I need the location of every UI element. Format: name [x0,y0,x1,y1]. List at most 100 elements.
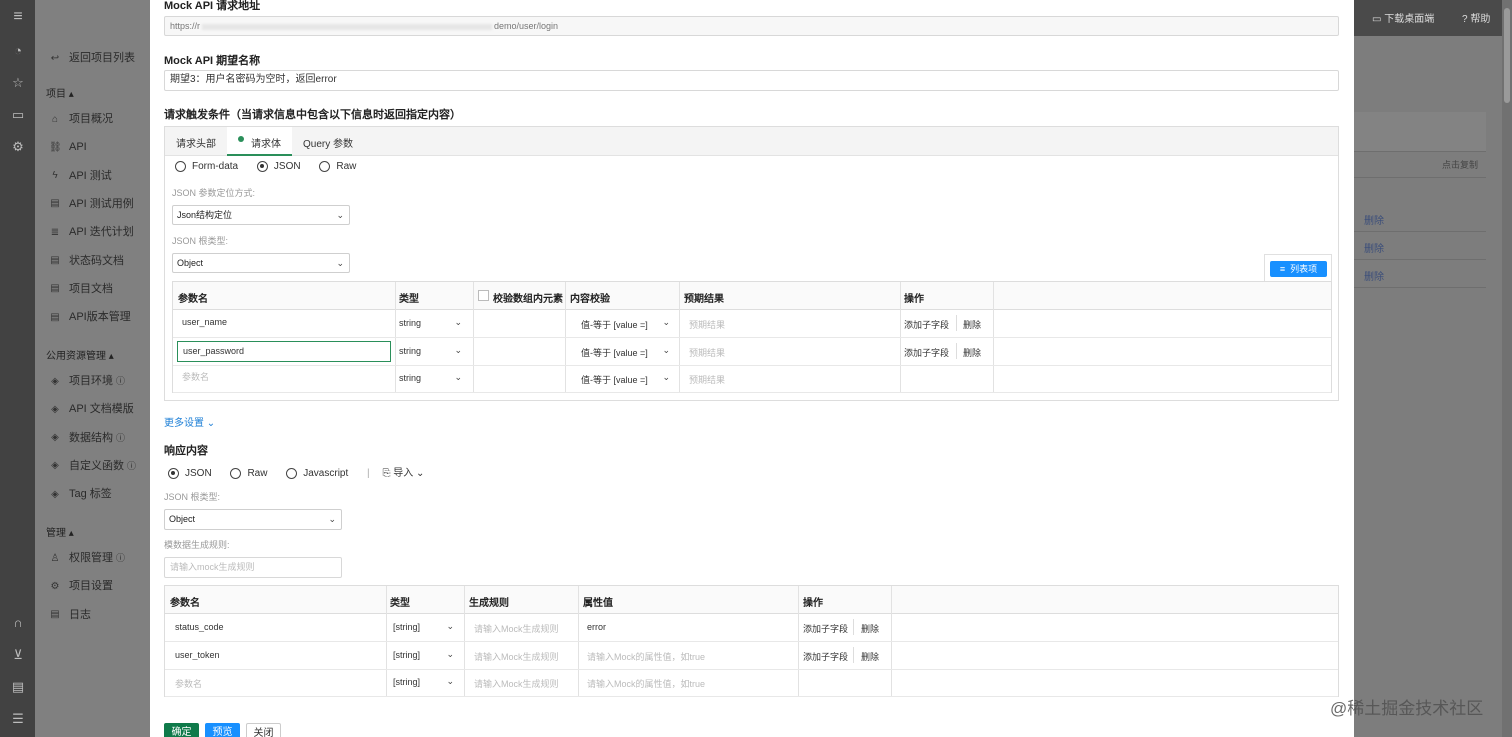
value-input[interactable]: 请输入Mock的属性值，如true [587,677,705,690]
bg-delete-link[interactable]: 删除 [1364,268,1384,283]
json-root-select[interactable]: Object ⌄ [172,253,350,273]
type-select[interactable]: string ⌄ [399,345,467,356]
radio-resp-javascript[interactable] [286,467,298,479]
mock-rule-input[interactable]: 请输入mock生成规则 [164,557,342,578]
expected-input[interactable]: 预期结果 [689,373,725,386]
param-name-input[interactable]: status_code [175,622,224,632]
download-desktop-link[interactable]: ▭ 下载桌面端 [1372,10,1434,25]
confirm-button[interactable]: 确定 [164,723,199,737]
scrollbar-thumb[interactable] [1504,8,1510,103]
type-select[interactable]: string ⌄ [399,317,467,328]
sidebar-item[interactable]: ♙ 权限管理 ⓘ [49,550,126,566]
list-icon: ≣ [50,226,60,238]
headset-icon[interactable]: ∩ [11,616,25,630]
add-subfield-link[interactable]: 添加子字段 [904,346,949,359]
delete-link[interactable]: 删除 [963,318,981,331]
expected-input[interactable]: 预期结果 [689,318,725,331]
settings-icon[interactable]: ⚙ [11,140,25,154]
folder-icon[interactable]: ▭ [11,108,25,122]
body-type-radios: Form-data JSON Raw [175,161,372,172]
filter-icon[interactable]: ⊻ [11,648,25,662]
radio-resp-raw[interactable] [230,467,242,479]
section-manage[interactable]: 管理 ▴ [46,524,74,539]
param-name-input[interactable]: 参数名 [175,677,202,690]
expected-input[interactable]: 预期结果 [689,346,725,359]
type-select[interactable]: [string] ⌄ [393,621,459,632]
type-select[interactable]: string ⌄ [399,372,467,383]
sidebar-item[interactable]: ⚙ 项目设置 [49,578,113,594]
content-check-select[interactable]: 值-等于 [value =] ⌄ [581,345,675,359]
rule-input[interactable]: 请输入Mock生成规则 [474,650,559,663]
sidebar-item[interactable]: ϟ API 测试 [49,168,111,184]
keyboard-icon[interactable]: ▤ [11,680,25,694]
section-project[interactable]: 项目 ▴ [46,85,74,100]
delete-link[interactable]: 删除 [963,346,981,359]
more-settings-link[interactable]: 更多设置 ⌄ [164,414,215,429]
sidebar-item[interactable]: ◈ API 文档模版 [49,401,134,417]
list-item-button[interactable]: ≡ 列表项 [1270,261,1327,277]
expectation-name-input[interactable]: 期望3：用户名密码为空时，返回error [164,70,1339,91]
menu-icon[interactable]: ☰ [11,712,25,726]
sidebar-item[interactable]: ⌂ 项目概况 [49,111,113,127]
type-select[interactable]: [string] ⌄ [393,649,459,660]
table-header: 参数名 类型 生成规则 属性值 操作 [165,586,1338,614]
check-array-checkbox[interactable] [478,290,489,301]
menu-logo-icon[interactable]: ≡ [11,9,25,25]
back-to-projects[interactable]: ↩ 返回项目列表 [49,50,135,66]
page-scrollbar[interactable] [1502,0,1512,737]
sidebar-item[interactable]: ▤ 日志 [49,607,91,623]
param-name-input[interactable]: user_token [175,650,220,660]
sidebar-item[interactable]: ▤ 状态码文档 [49,253,124,269]
radio-form-data[interactable] [175,161,186,172]
bg-delete-link[interactable]: 删除 [1364,212,1384,227]
bg-delete-link[interactable]: 删除 [1364,240,1384,255]
add-subfield-link[interactable]: 添加子字段 [803,650,848,663]
sidebar-item[interactable]: ◈ 项目环境 ⓘ [49,373,125,389]
sidebar-item[interactable]: ◈ 数据结构 ⓘ [49,430,125,446]
param-name-input[interactable]: user_name [177,313,391,334]
sidebar-item[interactable]: ◈ Tag 标签 [49,486,112,502]
help-link[interactable]: ? 帮助 [1462,10,1490,25]
sidebar-item[interactable]: ◈ 自定义函数 ⓘ [49,458,136,474]
value-input[interactable]: error [587,622,606,632]
close-button[interactable]: 关闭 [246,723,281,737]
row-divider [173,392,1331,393]
add-subfield-link[interactable]: 添加子字段 [904,318,949,331]
bell-icon[interactable]: ◔ [11,44,25,58]
value-input[interactable]: 请输入Mock的属性值，如true [587,650,705,663]
delete-link[interactable]: 删除 [861,622,879,635]
rule-input[interactable]: 请输入Mock生成规则 [474,622,559,635]
import-button[interactable]: ⎘ 导入 ⌄ [382,468,424,479]
json-locate-select[interactable]: Json结构定位 ⌄ [172,205,350,225]
rule-input[interactable]: 请输入Mock生成规则 [474,677,559,690]
tab-body[interactable]: 请求体 [227,127,292,156]
param-name-input[interactable]: user_password [177,340,391,362]
api-url-field[interactable]: https://r demo/user/login [164,16,1339,36]
section-public[interactable]: 公用资源管理 ▴ [46,347,114,362]
content-check-select[interactable]: 值-等于 [value =] ⌄ [581,372,675,386]
table-row: user_name string ⌄ 值-等于 [value =] ⌄ 预期结果 添加子字段… [173,310,1331,337]
import-icon: ⎘ [382,468,391,479]
sidebar-item[interactable]: ≣ API 迭代计划 [49,224,134,240]
type-select[interactable]: [string] ⌄ [393,676,459,687]
tab-headers[interactable]: 请求头部 [176,135,216,150]
sidebar-item[interactable]: ▤ 项目文档 [49,281,113,297]
preview-button[interactable]: 预览 [205,723,240,737]
resp-root-select[interactable]: Object ⌄ [164,509,342,530]
radio-raw[interactable] [319,161,331,172]
json-root-label: JSON 根类型: [172,236,229,246]
sidebar-item[interactable]: ⛓ API [49,139,87,155]
param-name-input[interactable]: 参数名 [177,368,391,389]
list-icon: ≡ [1279,264,1286,274]
chevron-down-icon: ⌄ [336,210,344,220]
link-icon: ⛓ [49,141,62,153]
sidebar-item[interactable]: ▤ API版本管理 [49,309,130,325]
radio-json[interactable] [256,161,268,172]
content-check-select[interactable]: 值-等于 [value =] ⌄ [581,317,675,331]
tab-query[interactable]: Query 参数 [303,135,353,150]
delete-link[interactable]: 删除 [861,650,879,663]
star-icon[interactable]: ☆ [11,76,25,90]
add-subfield-link[interactable]: 添加子字段 [803,622,848,635]
sidebar-item[interactable]: ▤ API 测试用例 [49,196,134,212]
radio-resp-json[interactable] [168,467,179,479]
